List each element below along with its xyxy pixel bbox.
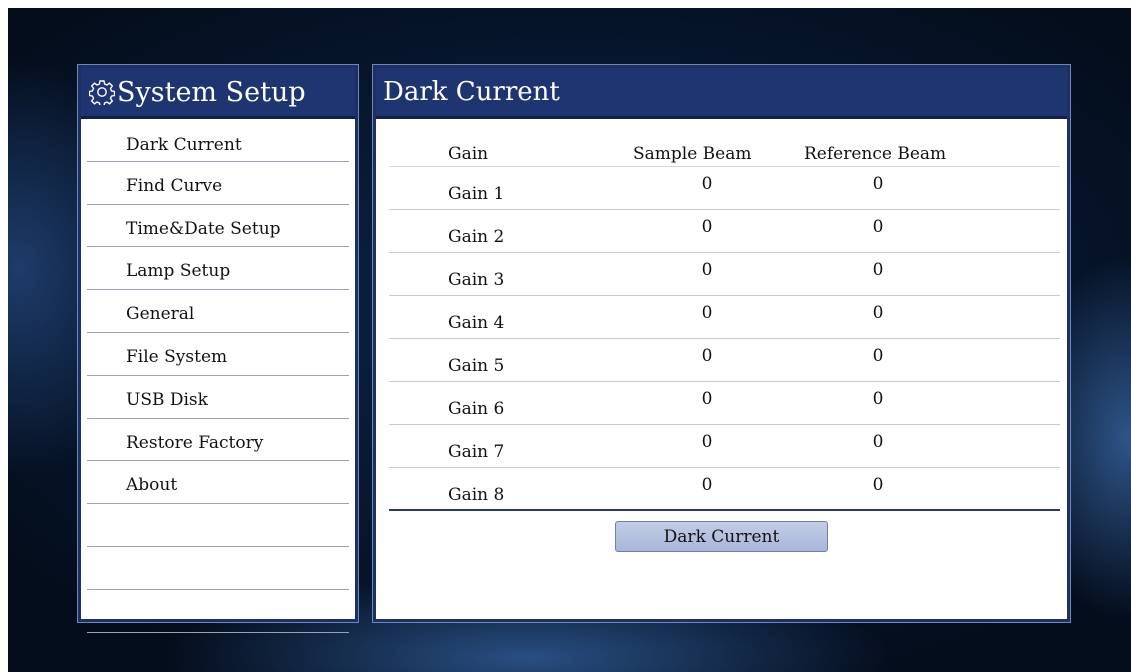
dark-current-table: Gain Sample Beam Reference Beam Gain 1 0…	[389, 138, 1060, 511]
menu-item-usb-disk[interactable]: USB Disk	[87, 376, 349, 419]
reference-beam-cell: 0	[872, 346, 884, 366]
sample-beam-cell: 0	[701, 346, 713, 366]
dark-current-button[interactable]: Dark Current	[615, 521, 828, 552]
menu-item-empty	[87, 504, 349, 547]
page-title: Dark Current	[383, 77, 560, 107]
sample-beam-cell: 0	[701, 303, 713, 323]
sample-beam-cell: 0	[701, 389, 713, 409]
gain-cell: Gain 2	[448, 227, 505, 247]
gain-cell: Gain 8	[448, 485, 505, 505]
dark-current-panel: Dark Current Gain Sample Beam Reference …	[373, 65, 1070, 622]
table-row: Gain 7 0 0	[389, 425, 1060, 468]
sample-beam-cell: 0	[701, 475, 713, 495]
table-row: Gain 1 0 0	[389, 167, 1060, 210]
sample-beam-cell: 0	[701, 174, 713, 194]
reference-beam-cell: 0	[872, 475, 884, 495]
gain-cell: Gain 5	[448, 356, 505, 376]
menu-item-restore-factory[interactable]: Restore Factory	[87, 419, 349, 462]
menu-item-general[interactable]: General	[87, 290, 349, 333]
menu-item-file-system[interactable]: File System	[87, 333, 349, 376]
reference-beam-cell: 0	[872, 217, 884, 237]
menu-item-find-curve[interactable]: Find Curve	[87, 162, 349, 205]
dark-current-header: Dark Current	[376, 68, 1067, 119]
settings-menu: Dark Current Find Curve Time&Date Setup …	[81, 119, 355, 633]
gain-cell: Gain 4	[448, 313, 505, 333]
sample-beam-cell: 0	[701, 432, 713, 452]
gear-icon	[88, 79, 116, 107]
sample-beam-cell: 0	[701, 217, 713, 237]
reference-beam-cell: 0	[872, 389, 884, 409]
column-header-reference-beam: Reference Beam	[804, 144, 947, 164]
system-setup-panel: System Setup Dark Current Find Curve Tim…	[78, 65, 358, 633]
menu-item-time-date-setup[interactable]: Time&Date Setup	[87, 205, 349, 248]
column-header-sample-beam: Sample Beam	[633, 144, 752, 164]
menu-item-about[interactable]: About	[87, 461, 349, 505]
table-row: Gain 5 0 0	[389, 339, 1060, 382]
table-row: Gain 3 0 0	[389, 253, 1060, 296]
gain-cell: Gain 3	[448, 270, 505, 290]
menu-item-empty	[87, 547, 349, 590]
system-setup-header: System Setup	[81, 68, 355, 119]
sample-beam-cell: 0	[701, 260, 713, 280]
gain-cell: Gain 7	[448, 442, 505, 462]
table-row: Gain 4 0 0	[389, 296, 1060, 339]
table-row: Gain 6 0 0	[389, 382, 1060, 425]
reference-beam-cell: 0	[872, 303, 884, 323]
table-row: Gain 8 0 0	[389, 468, 1060, 511]
table-row: Gain 2 0 0	[389, 210, 1060, 253]
menu-item-lamp-setup[interactable]: Lamp Setup	[87, 247, 349, 291]
reference-beam-cell: 0	[872, 260, 884, 280]
column-header-gain: Gain	[448, 144, 489, 164]
panel-title: System Setup	[117, 76, 306, 108]
reference-beam-cell: 0	[872, 174, 884, 194]
gain-cell: Gain 1	[448, 184, 505, 204]
menu-item-empty	[87, 590, 349, 633]
menu-item-dark-current[interactable]: Dark Current	[87, 119, 349, 162]
gain-cell: Gain 6	[448, 399, 505, 419]
table-header-row: Gain Sample Beam Reference Beam	[389, 138, 1060, 167]
reference-beam-cell: 0	[872, 432, 884, 452]
